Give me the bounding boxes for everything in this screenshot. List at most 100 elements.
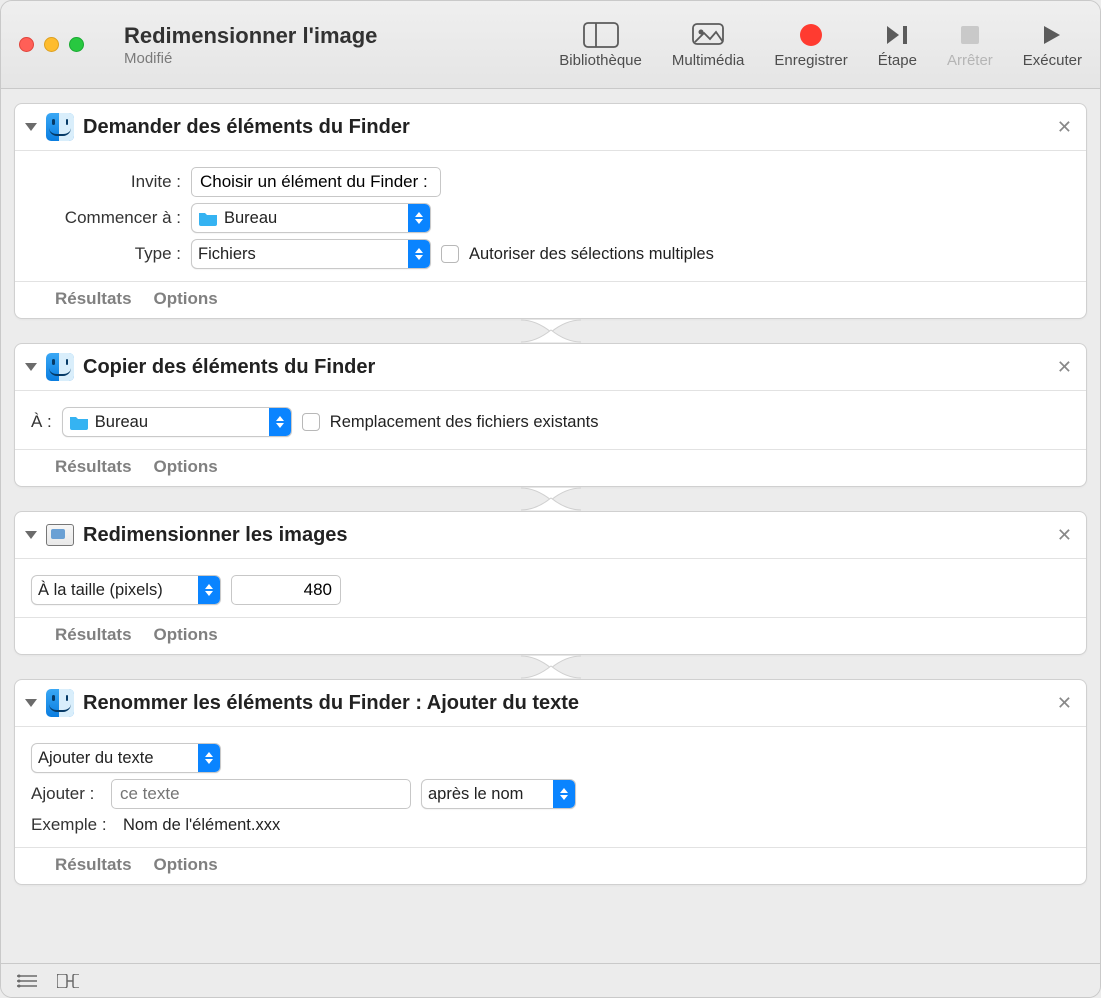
finder-icon [45, 688, 75, 718]
preview-icon [45, 520, 75, 550]
log-view-icon[interactable] [17, 973, 39, 989]
record-icon [792, 20, 830, 50]
media-label: Multimédia [672, 52, 745, 69]
type-label: Type : [31, 244, 181, 264]
statusbar [1, 963, 1100, 997]
close-icon[interactable]: ✕ [1057, 525, 1072, 546]
action-footer: Résultats Options [15, 281, 1086, 318]
record-label: Enregistrer [774, 52, 847, 69]
disclosure-triangle-icon[interactable] [25, 699, 37, 707]
connector [14, 654, 1087, 680]
position-popup[interactable]: après le nom [421, 779, 576, 809]
library-label: Bibliothèque [559, 52, 642, 69]
example-value: Nom de l'élément.xxx [123, 816, 280, 835]
results-button[interactable]: Résultats [55, 625, 132, 645]
rename-mode-popup[interactable]: Ajouter du texte [31, 743, 221, 773]
startat-label: Commencer à : [31, 208, 181, 228]
resize-mode-value: À la taille (pixels) [38, 581, 192, 600]
add-label: Ajouter : [31, 784, 101, 804]
run-icon [1033, 20, 1071, 50]
action-ask-finder-items: Demander des éléments du Finder ✕ Invite… [14, 103, 1087, 319]
action-footer: Résultats Options [15, 449, 1086, 486]
workflow-area[interactable]: Demander des éléments du Finder ✕ Invite… [1, 89, 1100, 963]
action-header[interactable]: Renommer les éléments du Finder : Ajoute… [15, 680, 1086, 727]
traffic-lights [19, 37, 84, 52]
multiple-label: Autoriser des sélections multiples [469, 245, 714, 264]
action-header[interactable]: Demander des éléments du Finder ✕ [15, 104, 1086, 151]
workflow-view-icon[interactable] [57, 973, 79, 989]
close-icon[interactable]: ✕ [1057, 357, 1072, 378]
action-title: Renommer les éléments du Finder : Ajoute… [83, 692, 1057, 715]
to-label: À : [31, 412, 52, 432]
stop-icon [951, 20, 989, 50]
replace-checkbox[interactable] [302, 413, 320, 431]
close-icon[interactable]: ✕ [1057, 693, 1072, 714]
disclosure-triangle-icon[interactable] [25, 363, 37, 371]
step-label: Étape [878, 52, 917, 69]
options-button[interactable]: Options [154, 289, 218, 309]
startat-value: Bureau [224, 209, 402, 228]
example-label: Exemple : [31, 815, 113, 835]
step-icon [878, 20, 916, 50]
action-rename-finder-items: Renommer les éléments du Finder : Ajoute… [14, 679, 1087, 885]
results-button[interactable]: Résultats [55, 457, 132, 477]
finder-icon [45, 112, 75, 142]
action-title: Demander des éléments du Finder [83, 116, 1057, 139]
invite-label: Invite : [31, 172, 181, 192]
title-block: Redimensionner l'image Modifié [104, 23, 377, 67]
options-button[interactable]: Options [154, 855, 218, 875]
run-label: Exécuter [1023, 52, 1082, 69]
run-button[interactable]: Exécuter [1023, 20, 1082, 69]
action-body: À la taille (pixels) [15, 559, 1086, 617]
invite-input[interactable] [191, 167, 441, 197]
replace-label: Remplacement des fichiers existants [330, 413, 599, 432]
library-icon [582, 20, 620, 50]
to-popup[interactable]: Bureau [62, 407, 292, 437]
popup-arrows-icon [553, 780, 575, 808]
popup-arrows-icon [269, 408, 291, 436]
window-title: Redimensionner l'image [124, 23, 377, 49]
action-body: Invite : Commencer à : Bureau Type : Fic… [15, 151, 1086, 281]
action-title: Copier des éléments du Finder [83, 356, 1057, 379]
action-header[interactable]: Copier des éléments du Finder ✕ [15, 344, 1086, 391]
disclosure-triangle-icon[interactable] [25, 531, 37, 539]
maximize-button[interactable] [69, 37, 84, 52]
results-button[interactable]: Résultats [55, 289, 132, 309]
options-button[interactable]: Options [154, 457, 218, 477]
minimize-button[interactable] [44, 37, 59, 52]
popup-arrows-icon [408, 240, 430, 268]
connector [14, 486, 1087, 512]
record-button[interactable]: Enregistrer [774, 20, 847, 69]
action-header[interactable]: Redimensionner les images ✕ [15, 512, 1086, 559]
action-copy-finder-items: Copier des éléments du Finder ✕ À : Bure… [14, 343, 1087, 487]
window-subtitle: Modifié [124, 50, 377, 67]
options-button[interactable]: Options [154, 625, 218, 645]
type-value: Fichiers [198, 245, 402, 264]
multiple-checkbox[interactable] [441, 245, 459, 263]
titlebar: Redimensionner l'image Modifié Bibliothè… [1, 1, 1100, 89]
connector [14, 318, 1087, 344]
results-button[interactable]: Résultats [55, 855, 132, 875]
action-body: Ajouter du texte Ajouter : après le nom … [15, 727, 1086, 847]
folder-icon [69, 414, 89, 430]
action-resize-images: Redimensionner les images ✕ À la taille … [14, 511, 1087, 655]
size-input[interactable] [231, 575, 341, 605]
stop-button[interactable]: Arrêter [947, 20, 993, 69]
close-icon[interactable]: ✕ [1057, 117, 1072, 138]
action-body: À : Bureau Remplacement des fichiers exi… [15, 391, 1086, 449]
folder-icon [198, 210, 218, 226]
step-button[interactable]: Étape [878, 20, 917, 69]
resize-mode-popup[interactable]: À la taille (pixels) [31, 575, 221, 605]
startat-popup[interactable]: Bureau [191, 203, 431, 233]
media-icon [689, 20, 727, 50]
close-button[interactable] [19, 37, 34, 52]
library-button[interactable]: Bibliothèque [559, 20, 642, 69]
disclosure-triangle-icon[interactable] [25, 123, 37, 131]
stop-label: Arrêter [947, 52, 993, 69]
to-value: Bureau [95, 413, 263, 432]
add-text-input[interactable] [111, 779, 411, 809]
type-popup[interactable]: Fichiers [191, 239, 431, 269]
popup-arrows-icon [198, 744, 220, 772]
finder-icon [45, 352, 75, 382]
media-button[interactable]: Multimédia [672, 20, 745, 69]
